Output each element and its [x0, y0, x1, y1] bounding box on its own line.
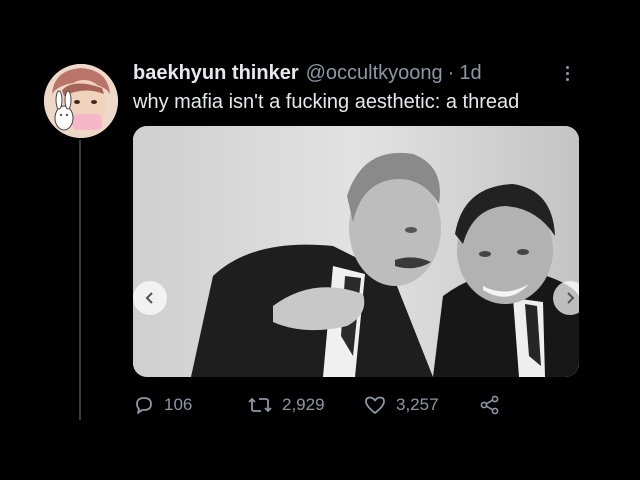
avatar-image: [44, 64, 118, 138]
heart-icon: [365, 396, 385, 414]
like-count: 3,257: [396, 395, 439, 414]
retweet-icon: [248, 397, 272, 413]
tweet-actions: 106 2,929 3,257: [133, 392, 513, 418]
share-button[interactable]: [479, 392, 510, 418]
reply-button[interactable]: 106: [133, 392, 192, 418]
share-icon: [480, 395, 499, 415]
photo-two-men-suits: [133, 126, 579, 377]
chevron-left-icon: [145, 292, 153, 304]
display-name[interactable]: baekhyun thinker: [133, 62, 299, 85]
separator-dot: ·: [447, 62, 455, 84]
tweet-photo[interactable]: [133, 126, 579, 377]
retweet-count: 2,929: [282, 395, 325, 414]
retweet-button[interactable]: 2,929: [247, 392, 325, 418]
more-options-icon[interactable]: [557, 62, 577, 84]
tweet-text: why mafia isn't a fucking aesthetic: a t…: [133, 91, 520, 113]
user-handle[interactable]: @occultkyoong: [306, 62, 443, 85]
reply-count: 106: [164, 395, 193, 414]
previous-photo-button[interactable]: [133, 281, 167, 315]
reply-icon: [136, 397, 152, 414]
like-button[interactable]: 3,257: [363, 392, 439, 418]
timestamp[interactable]: 1d: [459, 62, 481, 85]
chevron-right-icon: [567, 292, 575, 304]
tweet-header: baekhyun thinker @occultkyoong · 1d: [133, 62, 482, 86]
next-photo-button[interactable]: [553, 281, 579, 315]
thread-connector-line: [79, 140, 81, 420]
avatar[interactable]: [44, 64, 118, 138]
tweet[interactable]: baekhyun thinker @occultkyoong · 1d why …: [0, 0, 640, 480]
